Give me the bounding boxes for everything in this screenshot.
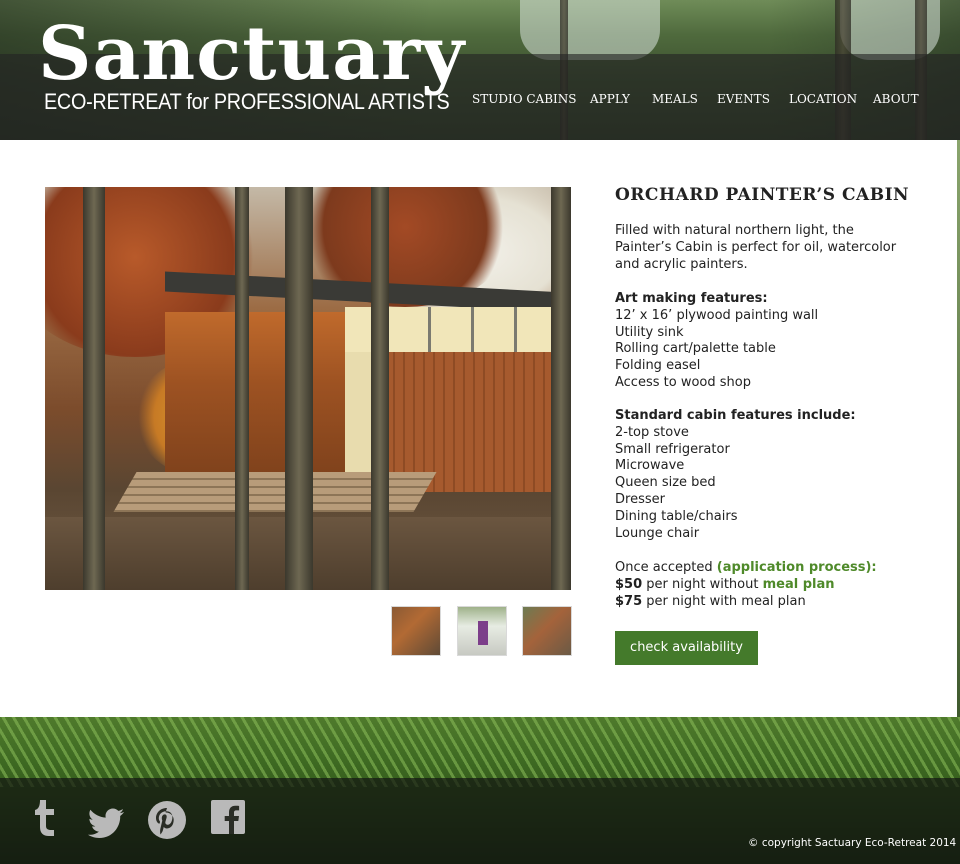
footer-ferns: [0, 717, 960, 787]
header-sky-patch: [520, 0, 660, 60]
standard-features-section: Standard cabin features include: 2-top s…: [615, 408, 856, 542]
hero-tree: [83, 187, 105, 590]
gallery-thumbnail[interactable]: [391, 606, 441, 656]
price-without-meal-plan: $50 per night without meal plan: [615, 577, 877, 594]
pinterest-icon[interactable]: [147, 800, 187, 840]
site-header: Sanctuary ECO-RETREAT for PROFESSIONAL A…: [0, 0, 960, 140]
list-item: Microwave: [615, 458, 685, 474]
pricing-section: Once accepted (application process): $50…: [615, 560, 877, 610]
nav-item-about[interactable]: ABOUT: [873, 88, 919, 110]
gallery-thumbnail[interactable]: [457, 606, 507, 656]
cabin-title: ORCHARD PAINTER’S CABIN: [615, 183, 915, 207]
list-item: Queen size bed: [615, 475, 716, 491]
art-features-section: Art making features: 12’ x 16’ plywood p…: [615, 291, 818, 392]
footer-overlay-band: [0, 778, 960, 864]
art-features-list: 12’ x 16’ plywood painting wall Utility …: [615, 308, 818, 392]
price-value: $50: [615, 576, 643, 592]
standard-features-list: 2-top stove Small refrigerator Microwave…: [615, 425, 856, 543]
meal-plan-link[interactable]: meal plan: [763, 577, 835, 592]
nav-item-events[interactable]: EVENTS: [717, 88, 770, 110]
list-item: Lounge chair: [615, 525, 700, 541]
pricing-intro: Once accepted (application process):: [615, 560, 877, 577]
price-with-meal-plan: $75 per night with meal plan: [615, 594, 877, 611]
nav-item-location[interactable]: LOCATION: [789, 88, 857, 110]
price-text: per night without: [642, 576, 763, 592]
list-item: Folding easel: [615, 358, 701, 374]
cabin-intro: Filled with natural northern light, the …: [615, 223, 897, 272]
tumblr-icon[interactable]: [32, 800, 58, 840]
cabin-title-strong: PAINTER’S: [725, 185, 836, 205]
hero-tree: [285, 187, 313, 590]
check-availability-button[interactable]: check availability: [615, 631, 758, 665]
list-item: Access to wood shop: [615, 374, 751, 390]
thumb-artwork: [478, 621, 488, 645]
list-item: Dining table/chairs: [615, 508, 738, 524]
cabin-title-suffix: CABIN: [835, 185, 910, 205]
main-content: ORCHARD PAINTER’S CABIN Filled with natu…: [0, 140, 960, 717]
cabin-hero-image: [45, 187, 571, 590]
art-features-heading: Art making features:: [615, 291, 768, 306]
copyright-text: © copyright Sactuary Eco-Retreat 2014: [748, 837, 957, 849]
price-value: $75: [615, 593, 643, 609]
cabin-porch: [165, 312, 345, 492]
standard-features-heading: Standard cabin features include:: [615, 408, 856, 423]
accepted-text: Once accepted: [615, 560, 717, 575]
gallery-thumbnail[interactable]: [522, 606, 572, 656]
cabin-details: ORCHARD PAINTER’S CABIN Filled with natu…: [615, 183, 915, 609]
logo-tagline: ECO-RETREAT for PROFESSIONAL ARTISTS: [44, 89, 450, 114]
hero-tree: [551, 187, 571, 590]
logo-wordmark[interactable]: Sanctuary: [38, 12, 465, 96]
list-item: Dresser: [615, 491, 665, 507]
nav-item-studio-cabins[interactable]: STUDIO CABINS: [472, 88, 576, 110]
list-item: 2-top stove: [615, 424, 689, 440]
list-item: Rolling cart/palette table: [615, 341, 776, 357]
facebook-icon[interactable]: [211, 800, 245, 840]
application-process-link[interactable]: (application process):: [717, 560, 877, 575]
nav-item-apply[interactable]: APPLY: [590, 88, 630, 110]
hero-cabin: [113, 271, 565, 512]
list-item: 12’ x 16’ plywood painting wall: [615, 307, 819, 323]
hero-tree: [235, 187, 249, 590]
cabin-title-prefix: ORCHARD: [615, 185, 726, 205]
twitter-icon[interactable]: [88, 800, 126, 840]
list-item: Utility sink: [615, 324, 684, 340]
cabin-wood-wall: [375, 352, 565, 492]
list-item: Small refrigerator: [615, 441, 730, 457]
price-text: per night with meal plan: [642, 593, 806, 609]
nav-item-meals[interactable]: MEALS: [652, 88, 698, 110]
hero-tree: [371, 187, 389, 590]
